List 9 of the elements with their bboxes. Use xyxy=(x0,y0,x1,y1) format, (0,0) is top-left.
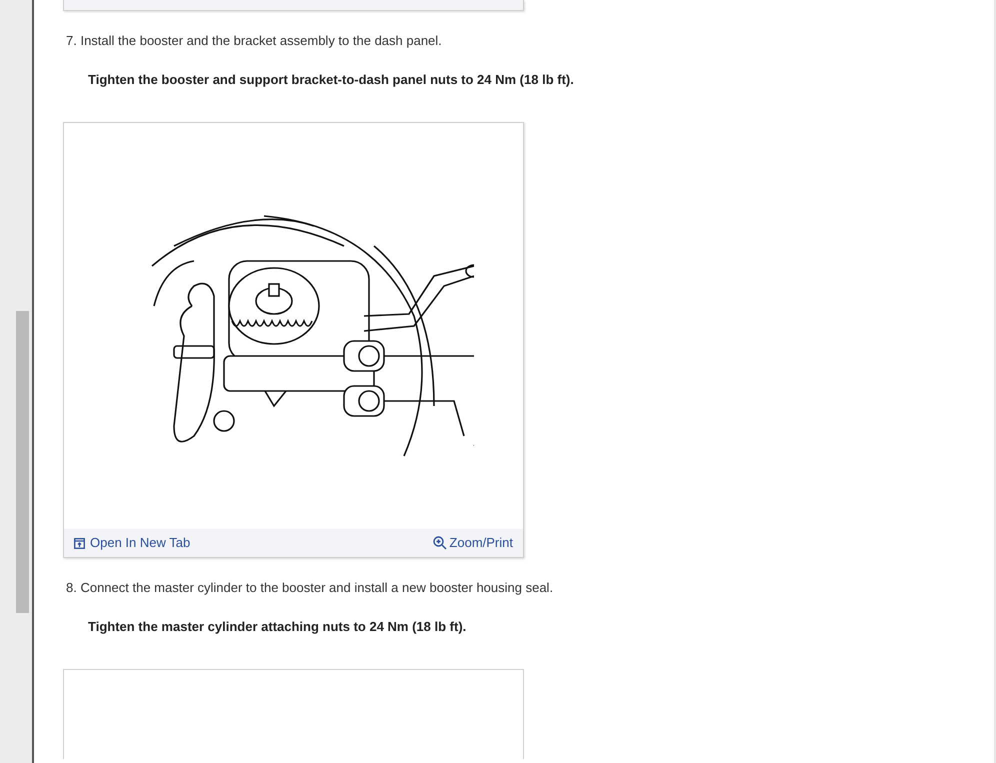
open-in-new-tab-link[interactable]: Open In New Tab xyxy=(74,533,190,553)
torque-specification: Tighten the booster and support bracket-to-dash panel nuts to 24 Nm (18 lb ft). xyxy=(87,71,574,89)
step-instruction: 7. Install the booster and the bracket assembly to the dash panel. xyxy=(65,32,443,50)
zoom-in-icon xyxy=(433,536,448,550)
step-instruction: 8. Connect the master cylinder to the booster and install a new booster housing seal. xyxy=(65,579,554,597)
new-tab-icon xyxy=(74,538,85,548)
scrollbar-thumb[interactable] xyxy=(16,311,29,613)
zoom-print-link[interactable]: Zoom/Print xyxy=(433,533,513,553)
torque-specification: Tighten the master cylinder attaching nuts to 24 Nm (18 lb ft). xyxy=(87,618,468,636)
